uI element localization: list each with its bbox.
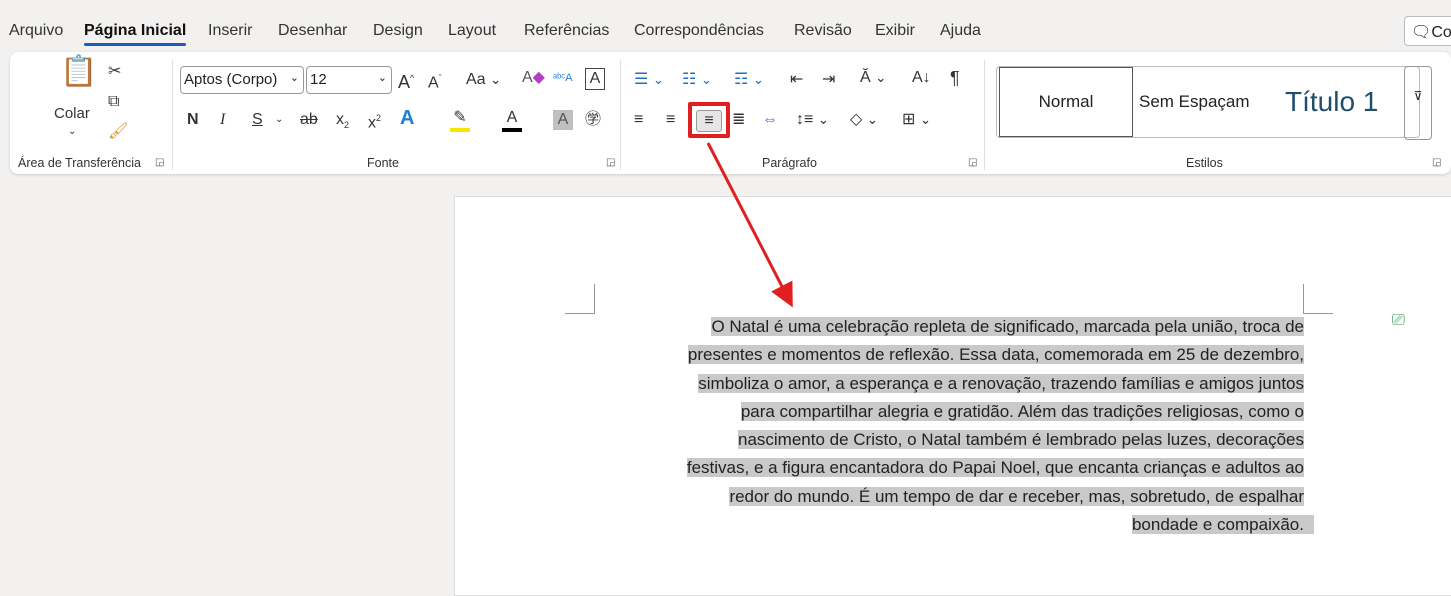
annotation-arrow — [706, 142, 793, 308]
